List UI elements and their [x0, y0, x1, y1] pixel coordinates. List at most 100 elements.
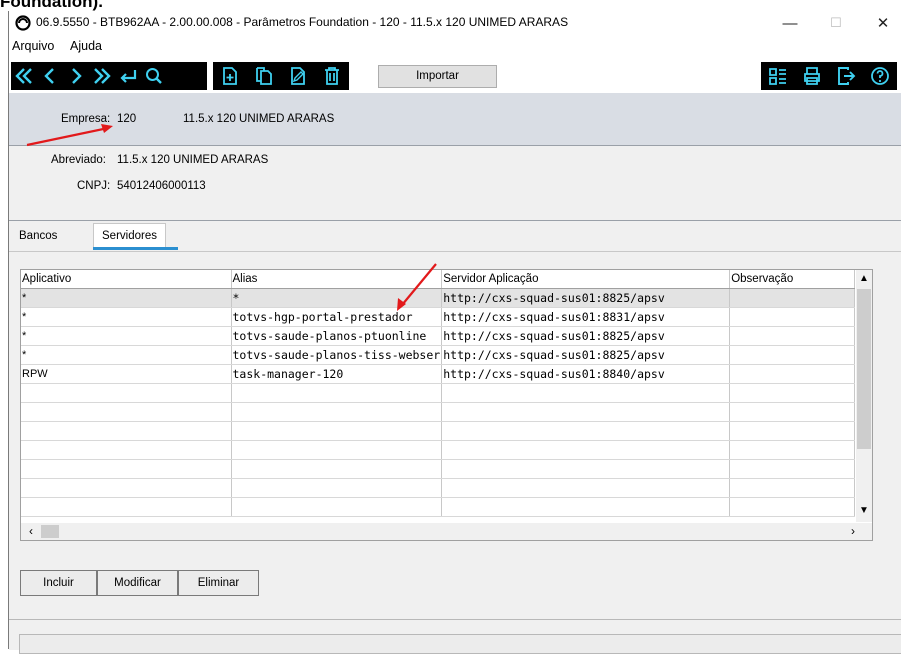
tab-servidores[interactable]: Servidores — [93, 223, 166, 250]
table-row[interactable]: RPW task-manager-120 http://cxs-squad-sus0… — [21, 364, 856, 384]
cell-alias[interactable] — [231, 421, 443, 441]
cell-aplicativo[interactable] — [21, 497, 232, 517]
scroll-up-icon[interactable]: ▲ — [856, 270, 872, 288]
cell-alias[interactable]: totvs-saude-planos-tiss-webser — [231, 345, 443, 365]
list-icon[interactable] — [765, 62, 791, 90]
table-row[interactable] — [21, 440, 856, 460]
cell-aplicativo[interactable] — [21, 402, 232, 422]
cell-servidor[interactable] — [441, 402, 731, 422]
cell-observacao[interactable] — [729, 459, 856, 479]
cell-aplicativo[interactable]: * — [21, 288, 232, 308]
column-header-aplicativo[interactable]: Aplicativo — [21, 270, 232, 289]
cell-servidor[interactable] — [441, 497, 731, 517]
cell-servidor[interactable] — [441, 478, 731, 498]
close-button[interactable]: ✕ — [864, 11, 901, 35]
tab-bancos[interactable]: Bancos — [11, 224, 65, 250]
cell-observacao[interactable] — [729, 402, 856, 422]
cell-alias[interactable]: totvs-hgp-portal-prestador — [231, 307, 443, 327]
eliminar-button[interactable]: Eliminar — [178, 570, 259, 596]
table-row[interactable] — [21, 421, 856, 441]
add-icon[interactable] — [217, 62, 243, 90]
cell-observacao[interactable] — [729, 326, 856, 346]
cell-aplicativo[interactable]: * — [21, 326, 232, 346]
edit-icon[interactable] — [285, 62, 311, 90]
cell-aplicativo[interactable]: RPW — [21, 364, 232, 384]
cell-servidor[interactable]: http://cxs-squad-sus01:8825/apsv — [441, 345, 731, 365]
menu-ajuda[interactable]: Ajuda — [70, 39, 102, 53]
table-row[interactable] — [21, 459, 856, 479]
cell-alias[interactable]: task-manager-120 — [231, 364, 443, 384]
cell-observacao[interactable] — [729, 478, 856, 498]
table-row[interactable]: * totvs-hgp-portal-prestador http://cxs-sq… — [21, 307, 856, 327]
table-row[interactable] — [21, 497, 856, 517]
servidores-panel: Aplicativo Alias Servidor Aplicação Obse… — [9, 251, 901, 654]
window-title: 06.9.5550 - BTB962AA - 2.00.00.008 - Par… — [36, 15, 569, 29]
cell-aplicativo[interactable] — [21, 459, 232, 479]
cell-aplicativo[interactable] — [21, 421, 232, 441]
cell-aplicativo[interactable]: * — [21, 345, 232, 365]
cell-alias[interactable]: * — [231, 288, 443, 308]
column-header-observacao[interactable]: Observação — [729, 270, 856, 289]
previous-icon[interactable] — [37, 62, 63, 90]
cell-alias[interactable] — [231, 402, 443, 422]
modificar-button[interactable]: Modificar — [97, 570, 178, 596]
go-to-icon[interactable] — [115, 62, 141, 90]
empresa-label: Empresa: — [61, 113, 111, 125]
table-row[interactable] — [21, 383, 856, 403]
column-header-servidor[interactable]: Servidor Aplicação — [441, 270, 731, 289]
cell-observacao[interactable] — [729, 440, 856, 460]
cell-observacao[interactable] — [729, 364, 856, 384]
cell-alias[interactable] — [231, 383, 443, 403]
table-row[interactable]: * totvs-saude-planos-tiss-webser http://cx… — [21, 345, 856, 365]
copy-icon[interactable] — [251, 62, 277, 90]
cell-observacao[interactable] — [729, 307, 856, 327]
vertical-scrollbar[interactable]: ▲ ▼ — [856, 270, 872, 522]
cell-alias[interactable] — [231, 440, 443, 460]
exit-icon[interactable] — [833, 62, 859, 90]
table-row[interactable] — [21, 478, 856, 498]
cell-servidor[interactable] — [441, 383, 731, 403]
horizontal-scroll-thumb[interactable] — [41, 525, 59, 538]
next-icon[interactable] — [63, 62, 89, 90]
cell-servidor[interactable]: http://cxs-squad-sus01:8840/apsv — [441, 364, 731, 384]
last-icon[interactable] — [89, 62, 115, 90]
cell-observacao[interactable] — [729, 421, 856, 441]
table-row[interactable]: * * http://cxs-squad-sus01:8825/apsv — [21, 288, 856, 308]
cell-aplicativo[interactable] — [21, 478, 232, 498]
cell-servidor[interactable]: http://cxs-squad-sus01:8825/apsv — [441, 326, 731, 346]
incluir-button[interactable]: Incluir — [20, 570, 97, 596]
help-icon[interactable] — [867, 62, 893, 90]
cell-alias[interactable]: totvs-saude-planos-ptuonline — [231, 326, 443, 346]
import-button[interactable]: Importar — [378, 65, 497, 88]
menu-arquivo[interactable]: Arquivo — [12, 39, 54, 53]
table-row[interactable]: * totvs-saude-planos-ptuonline http://cxs-… — [21, 326, 856, 346]
cell-servidor[interactable] — [441, 459, 731, 479]
vertical-scroll-thumb[interactable] — [857, 289, 871, 449]
cell-aplicativo[interactable]: * — [21, 307, 232, 327]
column-header-alias[interactable]: Alias — [231, 270, 443, 289]
delete-icon[interactable] — [319, 62, 345, 90]
scroll-left-icon[interactable]: ‹ — [23, 523, 39, 540]
cell-alias[interactable] — [231, 459, 443, 479]
scroll-down-icon[interactable]: ▼ — [856, 502, 872, 520]
cell-servidor[interactable] — [441, 421, 731, 441]
cell-servidor[interactable] — [441, 440, 731, 460]
print-icon[interactable] — [799, 62, 825, 90]
cell-aplicativo[interactable] — [21, 440, 232, 460]
table-row[interactable] — [21, 402, 856, 422]
cell-observacao[interactable] — [729, 345, 856, 365]
maximize-button[interactable]: ☐ — [817, 11, 855, 35]
first-icon[interactable] — [11, 62, 37, 90]
scroll-right-icon[interactable]: › — [845, 523, 861, 540]
cell-observacao[interactable] — [729, 497, 856, 517]
cell-observacao[interactable] — [729, 383, 856, 403]
horizontal-scrollbar[interactable]: ‹ › — [21, 523, 872, 540]
cell-observacao[interactable] — [729, 288, 856, 308]
cell-aplicativo[interactable] — [21, 383, 232, 403]
search-icon[interactable] — [141, 62, 167, 90]
cell-alias[interactable] — [231, 497, 443, 517]
cell-servidor[interactable]: http://cxs-squad-sus01:8831/apsv — [441, 307, 731, 327]
cell-alias[interactable] — [231, 478, 443, 498]
cell-servidor[interactable]: http://cxs-squad-sus01:8825/apsv — [441, 288, 731, 308]
minimize-button[interactable]: — — [771, 11, 809, 35]
